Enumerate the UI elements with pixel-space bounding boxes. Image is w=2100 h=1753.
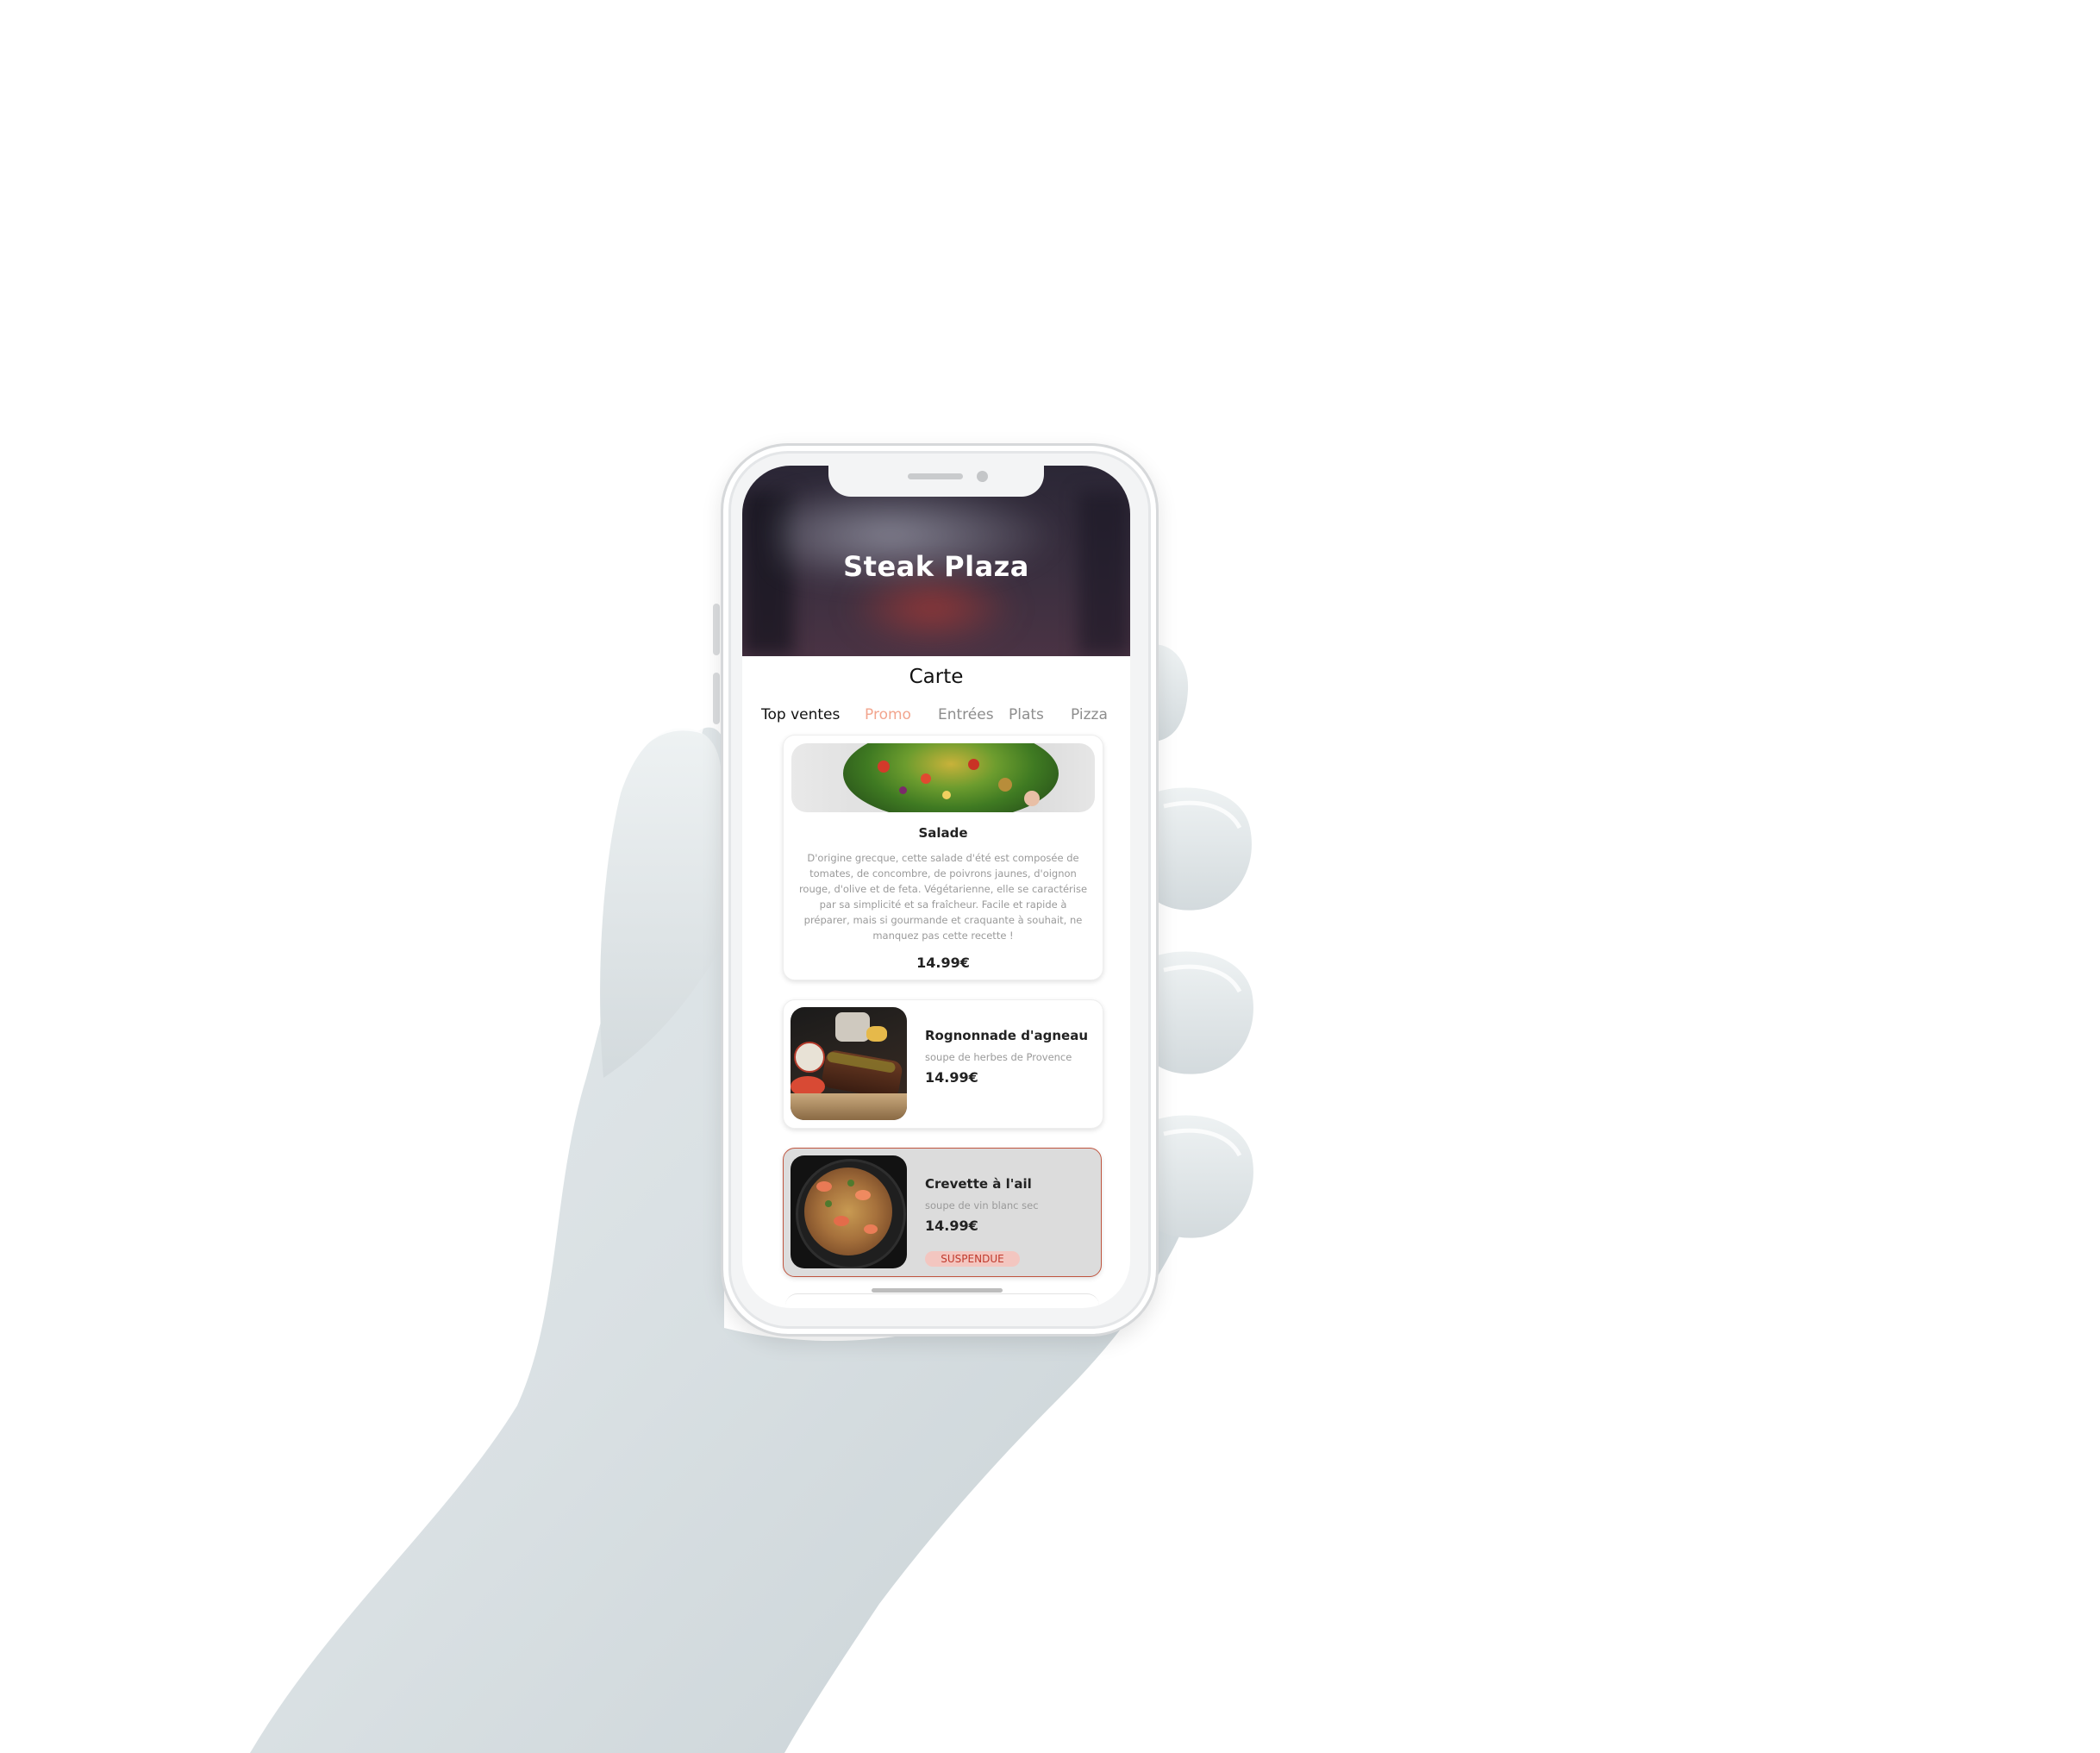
item-price: 14.99€ — [916, 955, 970, 971]
phone-screen: Steak Plaza Carte Top ventes Promo Entré… — [742, 466, 1130, 1308]
item-name: Salade — [918, 825, 968, 841]
home-indicator[interactable] — [872, 1288, 1003, 1293]
menu-item-card[interactable]: Rognonnade d'agneau soupe de herbes de P… — [783, 999, 1103, 1129]
salad-image — [791, 743, 1095, 812]
tab-top-ventes[interactable]: Top ventes — [761, 706, 840, 723]
item-subtitle: soupe de herbes de Provence — [925, 1051, 1072, 1063]
section-title: Carte — [909, 666, 964, 688]
tab-promo[interactable]: Promo — [865, 706, 911, 723]
speaker — [908, 473, 963, 479]
item-description: D'origine grecque, cette salade d'été es… — [798, 852, 1088, 942]
camera — [977, 471, 988, 482]
item-name: Rognonnade d'agneau — [925, 1028, 1089, 1043]
phone-notch — [828, 466, 1044, 497]
item-name: Crevette à l'ail — [925, 1176, 1032, 1192]
next-card-edge — [785, 1293, 1099, 1308]
category-tabs: Top ventes Promo Entrées Plats Pizza — [761, 706, 1130, 729]
item-image — [791, 1007, 907, 1120]
item-image — [791, 1155, 907, 1268]
phone-side-button — [713, 604, 720, 655]
phone-side-button — [713, 673, 720, 724]
item-price: 14.99€ — [925, 1069, 978, 1086]
menu-item-card-suspended[interactable]: Crevette à l'ail soupe de vin blanc sec … — [783, 1148, 1102, 1277]
tab-entrees[interactable]: Entrées — [938, 706, 994, 723]
menu-item-card[interactable]: Salade D'origine grecque, cette salade d… — [783, 735, 1103, 980]
tab-plats[interactable]: Plats — [1009, 706, 1044, 723]
tab-pizza[interactable]: Pizza — [1071, 706, 1108, 723]
item-subtitle: soupe de vin blanc sec — [925, 1199, 1039, 1211]
status-badge: SUSPENDUE — [925, 1251, 1020, 1267]
restaurant-name: Steak Plaza — [843, 550, 1029, 583]
item-price: 14.99€ — [925, 1218, 978, 1234]
